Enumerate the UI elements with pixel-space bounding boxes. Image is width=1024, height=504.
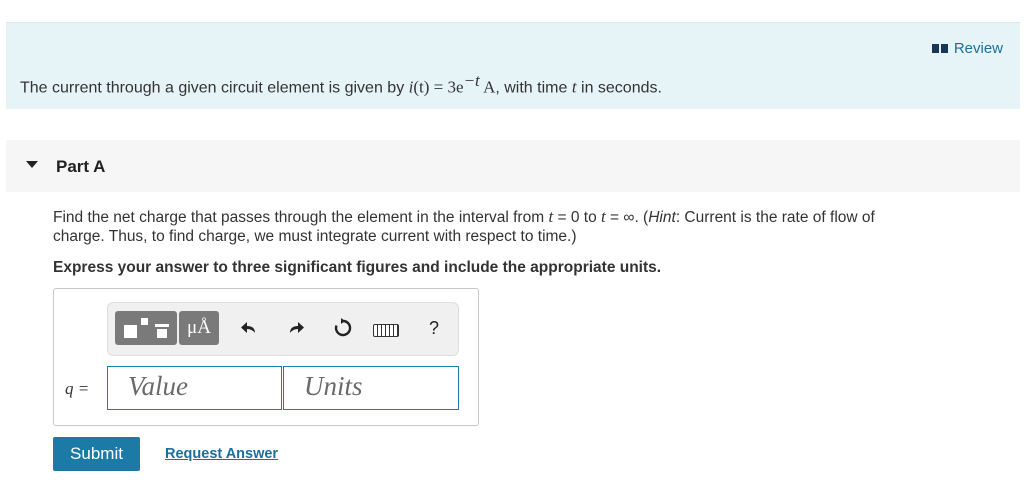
reset-icon[interactable] [330,315,356,341]
question-text-b: : Current is the rate of flow of [675,209,875,226]
math-toolbar: μÅ ? [107,302,459,356]
problem-intro: Review The current through a given circu… [6,22,1020,109]
book-icon [931,44,948,53]
question-text-a: Find the net charge that passes through … [53,209,549,226]
intro-text: The current through a given circuit elem… [20,71,662,97]
math-unit: A [479,77,496,97]
keyboard-icon[interactable] [373,324,399,337]
units-input[interactable]: Units [283,366,459,410]
submit-button[interactable]: Submit [53,437,140,471]
review-label: Review [953,40,1003,57]
part-a-header[interactable]: Part A [6,140,1020,192]
value-input[interactable]: Value [107,366,282,410]
part-title: Part A [56,157,106,176]
intro-text-after: in seconds. [576,79,662,97]
undo-icon[interactable] [236,315,262,341]
math-exp: −t [463,71,480,90]
units-icon[interactable]: μÅ [179,311,219,345]
question-eq1: = 0 to [553,209,601,226]
help-icon[interactable]: ? [424,315,444,341]
request-answer-link[interactable]: Request Answer [165,446,278,462]
hint-label: Hint [648,209,676,226]
templates-icon[interactable] [115,311,177,345]
answer-instruction: Express your answer to three significant… [53,259,662,276]
help-glyph: ? [428,317,439,338]
question-eq2: = ∞. ( [605,209,649,226]
math-arg: (t) [413,77,430,97]
answer-variable-label: q = [65,379,89,399]
intro-text-mid: , with time [495,79,572,97]
question-text: Find the net charge that passes through … [53,207,983,246]
answer-box: μÅ ? q = Value Units [53,288,479,426]
redo-icon[interactable] [283,315,309,341]
review-link[interactable]: Review [931,40,1003,57]
units-symbol: μÅ [187,317,211,338]
caret-down-icon [26,161,38,168]
math-rhs: = 3e [429,77,464,97]
var-label: q = [65,379,90,398]
question-text-line2: charge. Thus, to find charge, we must in… [53,228,577,245]
intro-text-before: The current through a given circuit elem… [20,79,409,97]
